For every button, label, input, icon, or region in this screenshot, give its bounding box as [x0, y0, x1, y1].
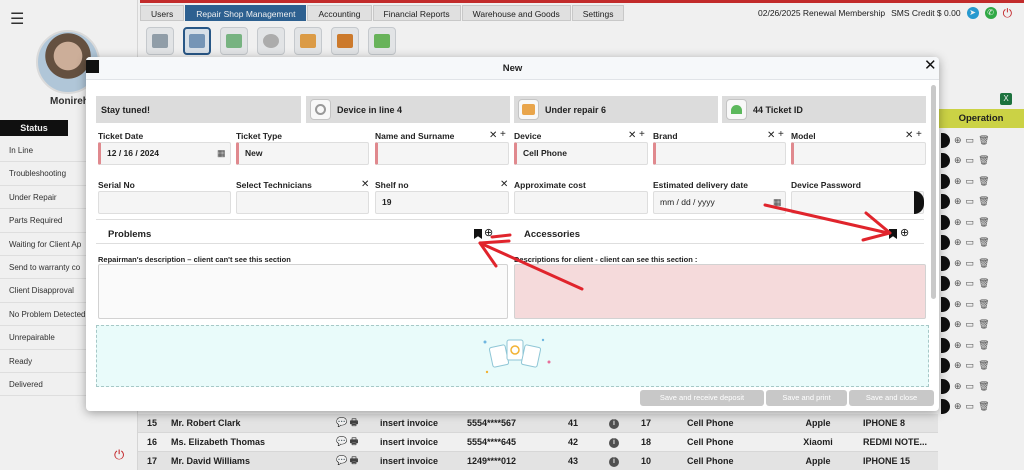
device-input[interactable]: Cell Phone — [514, 142, 648, 165]
shelf-no-label: Shelf no — [375, 180, 409, 190]
bookmark-icon[interactable] — [474, 229, 482, 239]
delivery-date-input[interactable]: mm / dd / yyyy — [653, 191, 786, 214]
info-bar-label: Device in line 4 — [337, 104, 403, 115]
clear-brand-icon[interactable]: ✕ — [767, 131, 775, 141]
bookmark-icon[interactable] — [889, 229, 897, 239]
approx-cost-label: Approximate cost — [514, 180, 586, 190]
client-description-label: Descriptions for client - client can see… — [514, 255, 698, 264]
accessories-title: Accessories — [524, 229, 580, 240]
shelf-no-value: 19 — [382, 197, 392, 207]
technicians-label: Select Technicians — [236, 180, 312, 190]
name-surname-label: Name and Surname — [375, 131, 455, 141]
add-brand-icon[interactable]: + — [778, 130, 784, 140]
device-password-label: Device Password — [791, 180, 861, 190]
brand-input[interactable] — [653, 142, 786, 165]
repairman-description-textarea[interactable] — [98, 264, 508, 319]
clear-model-icon[interactable]: ✕ — [905, 131, 913, 141]
name-surname-input[interactable] — [375, 142, 509, 165]
file-drop-zone[interactable] — [96, 325, 929, 387]
ticket-type-value: New — [245, 148, 263, 158]
info-bar-ticket-id: 44 Ticket ID — [722, 96, 926, 123]
modal-title: New — [502, 63, 523, 74]
model-label: Model — [791, 131, 816, 141]
section-divider — [96, 243, 924, 244]
delivery-date-label: Estimated delivery date — [653, 180, 748, 190]
new-ticket-modal: New ✕ Stay tuned! Device in line 4 Under… — [86, 57, 939, 411]
technicians-select[interactable] — [236, 191, 369, 214]
info-bar-label: Under repair 6 — [545, 104, 607, 115]
info-bar-device-in-line: Device in line 4 — [306, 96, 510, 123]
modal-scrollbar[interactable] — [931, 85, 936, 299]
info-bar-under-repair: Under repair 6 — [514, 96, 718, 123]
zoom-in-icon[interactable]: ⊕ — [484, 228, 493, 239]
siren-icon — [726, 99, 747, 120]
clear-shelf-icon[interactable]: ✕ — [500, 180, 508, 190]
save-and-print-button[interactable]: Save and print — [766, 390, 847, 406]
approx-cost-input[interactable] — [514, 191, 648, 214]
cycle-icon — [310, 99, 331, 120]
client-description-textarea[interactable] — [514, 264, 926, 319]
repairman-description-label: Repairman's description – client can't s… — [98, 255, 291, 264]
calendar-icon[interactable]: ▦ — [217, 148, 226, 159]
device-value: Cell Phone — [523, 148, 567, 158]
model-input[interactable] — [791, 142, 926, 165]
modal-header: New ✕ — [86, 57, 939, 80]
zoom-in-icon[interactable]: ⊕ — [900, 228, 909, 239]
section-divider — [96, 219, 924, 220]
ticket-date-value: 12 / 16 / 2024 — [107, 148, 159, 158]
info-bar-label: 44 Ticket ID — [753, 104, 803, 115]
brand-label: Brand — [653, 131, 678, 141]
clear-name-icon[interactable]: ✕ — [489, 131, 497, 141]
serial-no-input[interactable] — [98, 191, 231, 214]
delivery-date-value: mm / dd / yyyy — [660, 197, 715, 207]
problems-title: Problems — [108, 229, 152, 240]
add-model-icon[interactable]: + — [916, 130, 922, 140]
add-name-icon[interactable]: + — [500, 130, 506, 140]
ticket-date-input[interactable]: 12 / 16 / 2024 — [98, 142, 231, 165]
save-and-receive-deposit-button[interactable]: Save and receive deposit — [640, 390, 764, 406]
info-bar-label: Stay tuned! — [101, 104, 151, 115]
ticket-type-label: Ticket Type — [236, 131, 282, 141]
shelf-no-input[interactable]: 19 — [375, 191, 509, 214]
repair-icon — [518, 99, 539, 120]
add-device-icon[interactable]: + — [639, 130, 645, 140]
upload-files-illustration — [483, 338, 551, 374]
device-password-input[interactable] — [791, 191, 924, 214]
close-icon[interactable]: ✕ — [924, 58, 937, 74]
save-and-close-button[interactable]: Save and close — [849, 390, 934, 406]
calendar-icon[interactable]: ▦ — [773, 197, 782, 208]
ticket-date-label: Ticket Date — [98, 131, 144, 141]
ticket-type-input[interactable]: New — [236, 142, 369, 165]
clear-technicians-icon[interactable]: ✕ — [361, 180, 369, 190]
device-label: Device — [514, 131, 542, 141]
info-bar-stay-tuned: Stay tuned! — [96, 96, 301, 123]
clear-device-icon[interactable]: ✕ — [628, 131, 636, 141]
serial-no-label: Serial No — [98, 180, 135, 190]
